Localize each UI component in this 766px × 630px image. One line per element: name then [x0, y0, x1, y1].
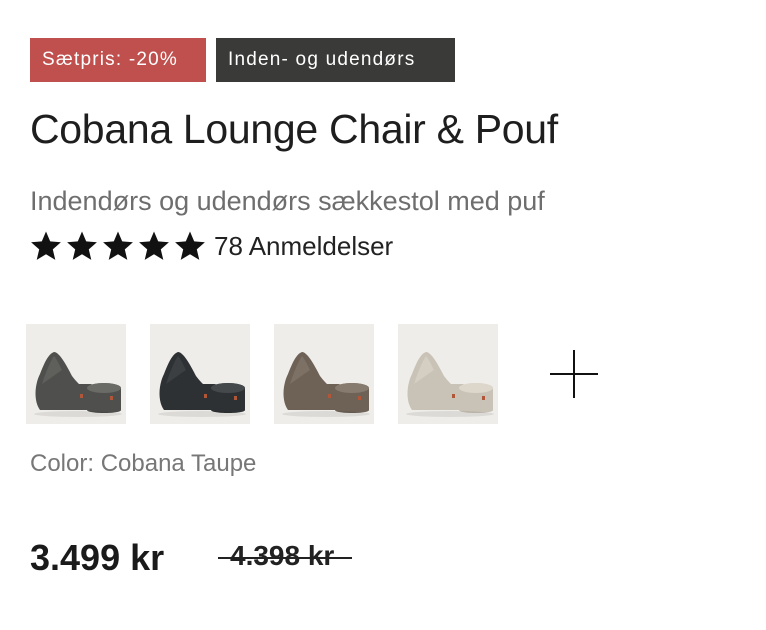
product-subtitle: Indendørs og udendørs sækkestol med puf — [30, 186, 545, 216]
current-price: 3.499 kr — [30, 537, 165, 578]
plus-icon[interactable] — [548, 348, 600, 400]
star-icon — [139, 231, 169, 260]
reviews-link[interactable]: 78 Anmeldelser — [214, 231, 393, 262]
rating-stars — [30, 230, 206, 262]
color-swatches — [26, 324, 600, 424]
badge-row: Sætpris: -20% Inden- og udendørs — [30, 38, 455, 82]
product-title: Cobana Lounge Chair & Pouf — [30, 106, 558, 152]
star-icon — [67, 231, 97, 260]
selected-color-label: Color: Cobana Taupe — [30, 450, 257, 477]
rating-row[interactable]: 78 Anmeldelser — [30, 230, 393, 262]
swatch-grey[interactable] — [26, 324, 126, 424]
star-icon — [103, 231, 133, 260]
swatch-sand[interactable] — [398, 324, 498, 424]
star-icon — [31, 231, 61, 260]
star-icon — [175, 231, 205, 260]
original-price: 4.398 kr — [218, 540, 353, 572]
category-badge: Inden- og udendørs — [216, 38, 455, 82]
swatch-taupe[interactable] — [274, 324, 374, 424]
sale-badge: Sætpris: -20% — [30, 38, 206, 82]
swatch-black[interactable] — [150, 324, 250, 424]
